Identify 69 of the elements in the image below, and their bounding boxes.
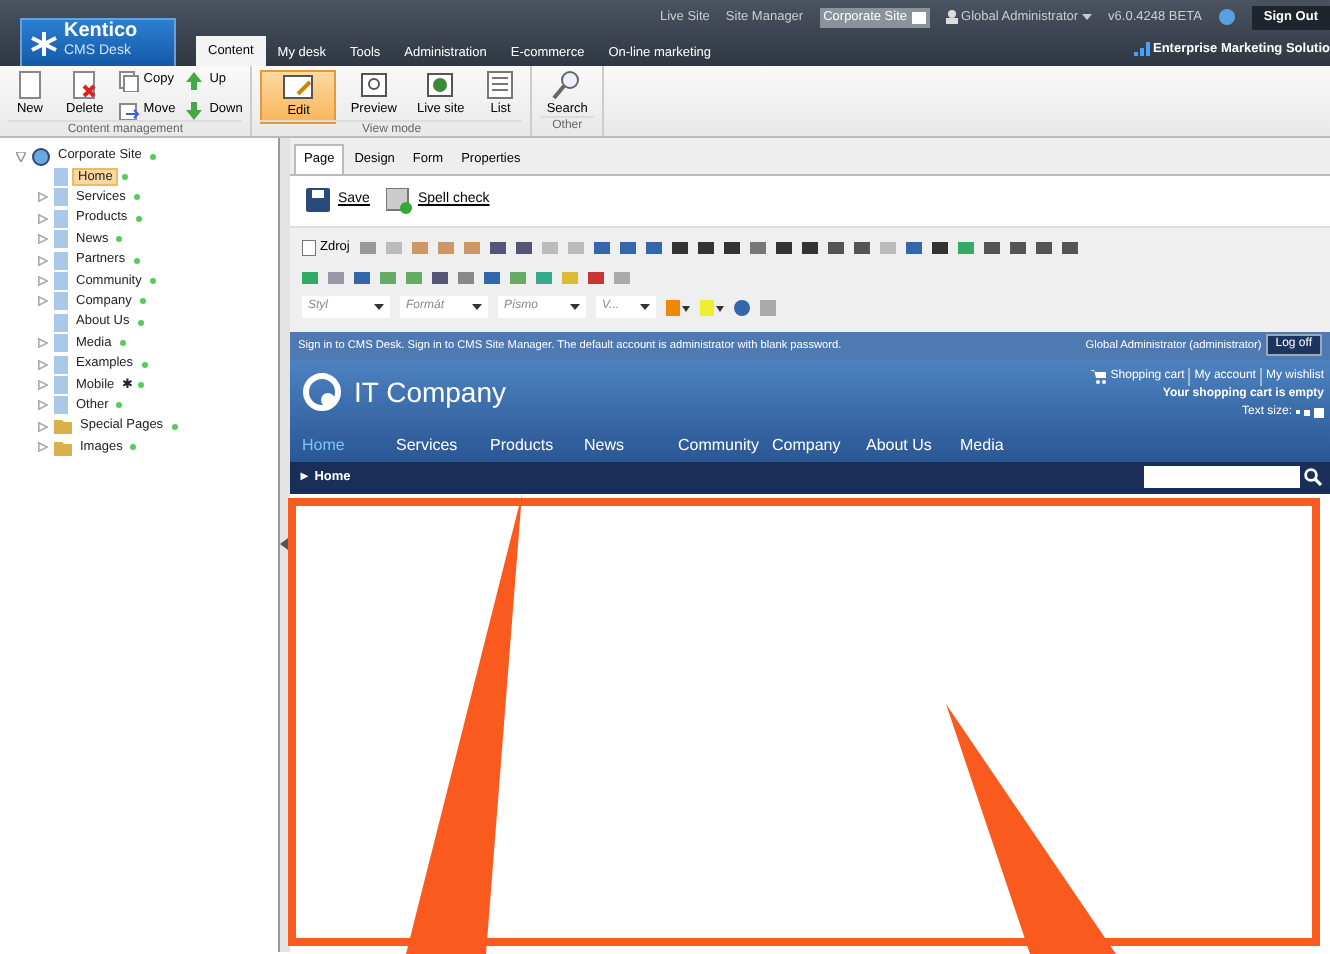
search-icon (1304, 468, 1322, 487)
globe-icon (1217, 8, 1236, 27)
expand-arrow-icon[interactable] (38, 296, 48, 307)
expand-arrow-icon[interactable] (38, 192, 48, 203)
spell-check-icon (385, 187, 412, 214)
search-icon (551, 70, 584, 100)
bars-icon (1133, 42, 1149, 57)
expand-arrow-icon[interactable] (38, 359, 48, 370)
menu-item[interactable]: Home (290, 433, 384, 458)
document-icon (302, 239, 316, 256)
caret-icon (570, 304, 580, 311)
expand-arrow-icon[interactable] (38, 379, 48, 390)
menu-item[interactable]: Services (384, 433, 478, 458)
snowflake-icon (30, 29, 58, 57)
status-dot (171, 423, 178, 430)
status-dot (149, 278, 156, 285)
menu-item[interactable]: Company (760, 433, 854, 458)
status-dot (133, 194, 140, 201)
up-arrow-icon (183, 70, 206, 92)
caret-icon (1082, 14, 1093, 21)
caret-icon (374, 304, 384, 311)
status-dot (137, 319, 144, 326)
status-dot (116, 236, 123, 243)
expand-arrow-icon[interactable] (38, 400, 48, 411)
status-dot (119, 340, 126, 347)
preview-icon (357, 70, 390, 100)
save-icon (306, 187, 332, 214)
status-dot (116, 402, 123, 409)
status-dot (133, 257, 140, 264)
collapse-arrow-icon[interactable] (16, 151, 26, 162)
copy-icon (117, 70, 140, 92)
status-dot (149, 153, 156, 160)
expand-arrow-icon[interactable] (38, 442, 48, 453)
move-icon (117, 100, 140, 122)
text-color-icon (666, 299, 690, 316)
highlight-icon (700, 299, 724, 316)
menu-item[interactable]: Products (478, 433, 572, 458)
delete-icon (68, 70, 101, 100)
expand-arrow-icon[interactable] (38, 234, 48, 245)
down-arrow-icon (183, 100, 206, 122)
menu-item[interactable]: Media (948, 433, 1042, 458)
company-logo-icon (302, 372, 342, 413)
expand-arrow-icon[interactable] (38, 276, 48, 287)
expand-arrow-icon[interactable] (38, 338, 48, 349)
search-field[interactable] (1144, 466, 1300, 489)
status-dot (135, 215, 142, 222)
globe-icon (424, 70, 457, 100)
menu-item[interactable]: About Us (854, 433, 948, 458)
menu-item[interactable]: News (572, 433, 666, 458)
globe-icon (32, 147, 50, 166)
expand-arrow-icon[interactable] (38, 213, 48, 224)
caret-icon (640, 304, 650, 311)
page-icon (14, 70, 46, 100)
company-name: IT Company (354, 373, 506, 412)
list-icon (484, 70, 517, 100)
cart-icon (1090, 369, 1107, 384)
logo-title: Kentico (64, 22, 138, 43)
status-dot (141, 361, 148, 368)
menu-item[interactable]: Community (666, 433, 760, 458)
expand-arrow-icon[interactable] (38, 255, 48, 266)
status-dot (138, 381, 145, 388)
status-dot (130, 444, 137, 451)
status-dot (139, 298, 146, 305)
status-dot (122, 174, 129, 181)
collapse-arrow-icon (280, 538, 288, 550)
expand-arrow-icon[interactable] (38, 421, 48, 432)
user-icon (945, 10, 958, 25)
caret-icon (472, 304, 482, 311)
edit-icon (282, 72, 315, 102)
